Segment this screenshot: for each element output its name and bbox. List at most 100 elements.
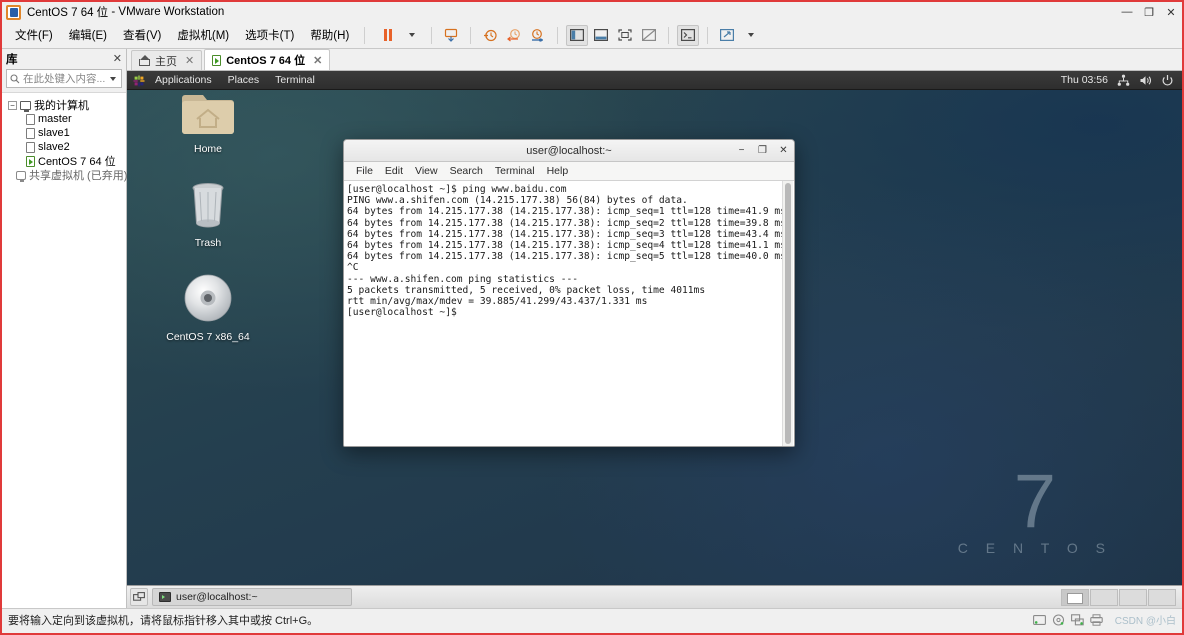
close-icon[interactable]: ✕ xyxy=(113,52,122,65)
watermark-number: 7 xyxy=(1013,458,1056,544)
sidebar-item-centos7[interactable]: CentOS 7 64 位 xyxy=(2,154,126,168)
sidebar-item-shared-vms[interactable]: 共享虚拟机 (已弃用) xyxy=(2,168,127,182)
desktop-icon-home[interactable]: Home xyxy=(163,87,253,155)
pause-icon xyxy=(384,29,393,41)
tab-label: 主页 xyxy=(155,55,177,68)
bottom-panel-icon xyxy=(594,29,609,41)
terminal-menu-file[interactable]: File xyxy=(350,163,379,179)
terminal-close-button[interactable]: ✕ xyxy=(773,140,794,162)
applications-menu[interactable]: Applications xyxy=(147,72,220,88)
terminal-menu-search[interactable]: Search xyxy=(444,163,489,179)
terminal-minimize-button[interactable]: − xyxy=(731,140,752,162)
toolbar-separator xyxy=(707,26,709,44)
menu-tabs[interactable]: 选项卡(T) xyxy=(238,24,301,46)
caret-down-icon[interactable] xyxy=(110,76,116,81)
search-input[interactable]: 在此处键入内容... xyxy=(6,69,122,88)
tab-home[interactable]: 主页 ✕ xyxy=(131,50,203,70)
tree-root-my-computer[interactable]: − 我的计算机 xyxy=(2,98,126,112)
close-button[interactable]: ✕ xyxy=(1160,2,1182,22)
hard-disk-icon[interactable] xyxy=(1032,614,1046,626)
library-title: 库 xyxy=(6,53,18,66)
guest-screen[interactable]: Applications Places Terminal Thu 03:56 H… xyxy=(127,71,1182,608)
terminal-scrollbar[interactable] xyxy=(782,181,793,446)
workspace-3[interactable] xyxy=(1119,588,1147,606)
clock[interactable]: Thu 03:56 xyxy=(1061,74,1108,86)
stretch-button[interactable] xyxy=(716,25,738,46)
menu-vm[interactable]: 虚拟机(M) xyxy=(170,24,236,46)
workspace-4[interactable] xyxy=(1148,588,1176,606)
suspend-button[interactable] xyxy=(377,25,399,46)
tab-centos7[interactable]: CentOS 7 64 位 ✕ xyxy=(204,49,331,70)
library-sidebar: 库 ✕ 在此处键入内容... − 我的计算机 master slave1 sla… xyxy=(2,49,127,608)
main-body: 库 ✕ 在此处键入内容... − 我的计算机 master slave1 sla… xyxy=(2,48,1182,608)
sidebar-item-master[interactable]: master xyxy=(2,112,126,126)
desktop-icon-centos-disc[interactable]: CentOS 7 x86_64 xyxy=(163,271,253,343)
device-status-icons: CSDN @小白 xyxy=(1032,612,1176,627)
power-dropdown[interactable] xyxy=(401,25,423,46)
terminal-menu-view[interactable]: View xyxy=(409,163,444,179)
terminal-menu-terminal[interactable]: Terminal xyxy=(489,163,541,179)
take-snapshot-button[interactable] xyxy=(479,25,501,46)
terminal-menu[interactable]: Terminal xyxy=(267,72,323,88)
status-message: 要将输入定向到该虚拟机，请将鼠标指针移入其中或按 Ctrl+G。 xyxy=(8,614,319,627)
scrollbar-thumb[interactable] xyxy=(785,183,791,444)
restore-button[interactable]: ❐ xyxy=(1138,2,1160,22)
terminal-maximize-button[interactable]: ❐ xyxy=(752,140,773,162)
printer-icon[interactable] xyxy=(1089,613,1103,626)
home-folder-icon xyxy=(182,95,234,134)
show-desktop-icon[interactable] xyxy=(130,588,148,606)
stretch-dropdown[interactable] xyxy=(740,25,762,46)
volume-icon[interactable] xyxy=(1139,74,1152,87)
terminal-window[interactable]: user@localhost:~ − ❐ ✕ File Edit View Se… xyxy=(343,139,795,447)
menu-file[interactable]: 文件(F) xyxy=(8,24,60,46)
menu-edit[interactable]: 编辑(E) xyxy=(62,24,114,46)
vmware-icon xyxy=(6,4,21,20)
network-adapter-icon[interactable] xyxy=(1070,613,1084,626)
minimize-button[interactable]: — xyxy=(1116,2,1138,22)
library-header: 库 ✕ xyxy=(2,49,126,68)
show-thumbnail-bar-button[interactable] xyxy=(590,25,612,46)
tab-label: CentOS 7 64 位 xyxy=(226,55,306,67)
menu-view[interactable]: 查看(V) xyxy=(116,24,168,46)
tab-close-icon[interactable]: ✕ xyxy=(313,54,322,67)
expander-icon[interactable]: − xyxy=(8,100,17,110)
terminal-menu-help[interactable]: Help xyxy=(541,163,575,179)
toolbar xyxy=(377,24,762,46)
network-icon[interactable] xyxy=(1117,74,1130,87)
terminal-menu-edit[interactable]: Edit xyxy=(379,163,409,179)
terminal-output-area[interactable]: [user@localhost ~]$ ping www.baidu.com P… xyxy=(344,181,794,446)
revert-snapshot-button[interactable] xyxy=(503,25,525,46)
snapshot-manager-button[interactable] xyxy=(527,25,549,46)
manage-snapshots-button[interactable] xyxy=(440,25,462,46)
workspace-switcher xyxy=(1061,588,1179,606)
show-library-button[interactable] xyxy=(566,24,589,46)
search-icon xyxy=(10,73,20,83)
trash-icon xyxy=(192,183,224,228)
sidebar-item-slave2[interactable]: slave2 xyxy=(2,140,126,154)
window-title: CentOS 7 64 位 xyxy=(27,7,109,19)
caret-down-icon xyxy=(747,33,754,37)
centos-logo-icon xyxy=(133,74,145,87)
unity-button[interactable] xyxy=(638,25,660,46)
vmware-workstation-window: CentOS 7 64 位 - VMware Workstation — ❐ ✕… xyxy=(0,0,1184,635)
cd-drive-icon[interactable] xyxy=(1052,613,1065,626)
workspace-1[interactable] xyxy=(1061,588,1089,606)
sidebar-item-slave1[interactable]: slave1 xyxy=(2,126,126,140)
window-controls: — ❐ ✕ xyxy=(1116,2,1182,22)
taskbar-item-terminal[interactable]: user@localhost:~ xyxy=(152,588,352,606)
workspace-2[interactable] xyxy=(1090,588,1118,606)
console-button[interactable] xyxy=(677,24,700,46)
toolbar-separator xyxy=(431,26,433,44)
desktop-icon-trash[interactable]: Trash xyxy=(163,179,253,249)
menu-help[interactable]: 帮助(H) xyxy=(303,24,356,46)
terminal-window-controls: − ❐ ✕ xyxy=(731,140,794,162)
status-bar: 要将输入定向到该虚拟机，请将鼠标指针移入其中或按 Ctrl+G。 CSDN @小… xyxy=(2,608,1182,630)
monitor-icon xyxy=(20,100,31,112)
tab-close-icon[interactable]: ✕ xyxy=(185,54,194,67)
places-menu[interactable]: Places xyxy=(220,72,268,88)
title-bar: CentOS 7 64 位 - VMware Workstation — ❐ ✕ xyxy=(2,2,1182,22)
fullscreen-icon xyxy=(618,29,632,41)
power-icon[interactable] xyxy=(1161,74,1174,87)
fullscreen-button[interactable] xyxy=(614,25,636,46)
terminal-title: user@localhost:~ xyxy=(526,144,612,157)
